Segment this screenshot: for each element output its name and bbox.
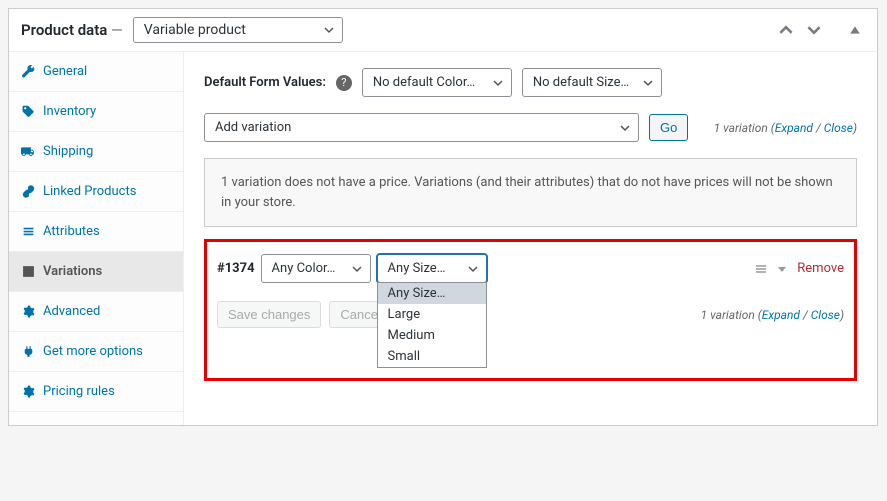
- drag-handle-icon[interactable]: [755, 263, 767, 275]
- chevron-down-icon: [643, 78, 653, 88]
- size-option-small[interactable]: Small: [378, 346, 486, 367]
- remove-variation-link[interactable]: Remove: [797, 261, 844, 276]
- default-color-select[interactable]: No default Color…: [362, 68, 512, 97]
- variations-content: Default Form Values: ? No default Color……: [184, 52, 877, 425]
- tab-attributes[interactable]: Attributes: [9, 212, 183, 252]
- chevron-down-icon: [468, 264, 478, 274]
- tab-get-more[interactable]: Get more options: [9, 332, 183, 372]
- size-dropdown: Any Size… Large Medium Small: [377, 282, 487, 368]
- tab-label: Shipping: [43, 144, 93, 159]
- tab-label: Inventory: [43, 104, 96, 119]
- close-link[interactable]: Close: [824, 121, 853, 135]
- variation-size-select[interactable]: Any Size… Any Size… Large Medium Small: [377, 254, 487, 283]
- link-icon: [21, 185, 35, 199]
- add-variation-select[interactable]: Add variation: [204, 113, 639, 142]
- tab-label: Linked Products: [43, 184, 136, 199]
- tab-label: Advanced: [43, 304, 100, 319]
- size-option-large[interactable]: Large: [378, 304, 486, 325]
- add-variation-value: Add variation: [215, 120, 291, 135]
- tab-label: Variations: [43, 264, 102, 279]
- truck-icon: [21, 145, 35, 159]
- tab-label: Pricing rules: [43, 384, 115, 399]
- variation-color-value: Any Color…: [272, 261, 336, 276]
- tab-label: Attributes: [43, 224, 100, 239]
- add-variation-row: Add variation Go 1 variation (Expand / C…: [204, 113, 857, 142]
- highlight-annotation: #1374 Any Color… Any Size… Any Size… Lar…: [204, 239, 857, 381]
- grid-icon: [21, 265, 35, 279]
- size-option-medium[interactable]: Medium: [378, 325, 486, 346]
- chevron-down-icon: [493, 78, 503, 88]
- tab-label: Get more options: [43, 344, 143, 359]
- default-values-row: Default Form Values: ? No default Color……: [204, 68, 857, 97]
- default-color-value: No default Color…: [373, 75, 475, 90]
- go-button[interactable]: Go: [649, 114, 688, 141]
- tab-variations[interactable]: Variations: [9, 252, 183, 292]
- chevron-down-icon: [352, 264, 362, 274]
- tab-label: General: [43, 64, 87, 79]
- variation-actions: Remove: [755, 261, 844, 276]
- move-up-icon[interactable]: [775, 21, 797, 39]
- chevron-down-icon: [620, 123, 630, 133]
- size-option-any[interactable]: Any Size…: [378, 283, 486, 304]
- product-type-select[interactable]: Variable product: [133, 17, 343, 43]
- tab-advanced[interactable]: Advanced: [9, 292, 183, 332]
- wrench-icon: [21, 65, 35, 79]
- collapse-icon[interactable]: [845, 22, 865, 38]
- variation-size-value: Any Size…: [388, 261, 446, 276]
- title-prefix: Product data: [21, 21, 107, 39]
- close-link[interactable]: Close: [811, 308, 840, 322]
- tab-inventory[interactable]: Inventory: [9, 92, 183, 132]
- tab-linked-products[interactable]: Linked Products: [9, 172, 183, 212]
- default-size-value: No default Size…: [533, 75, 629, 90]
- gear-icon: [21, 305, 35, 319]
- price-warning-notice: 1 variation does not have a price. Varia…: [204, 158, 857, 227]
- title-dash: —: [107, 21, 122, 39]
- save-buttons-row: Save changes Cancel 1 variation (Expand …: [217, 301, 844, 328]
- list-icon: [21, 225, 35, 239]
- panel-header: Product data — Variable product: [9, 9, 877, 52]
- tab-shipping[interactable]: Shipping: [9, 132, 183, 172]
- chevron-down-icon: [324, 25, 334, 35]
- help-icon[interactable]: ?: [336, 75, 352, 91]
- tab-general[interactable]: General: [9, 52, 183, 92]
- product-type-value: Variable product: [144, 22, 246, 38]
- expand-link[interactable]: Expand: [762, 308, 800, 322]
- product-data-panel: Product data — Variable product General …: [8, 8, 878, 426]
- tag-icon: [21, 105, 35, 119]
- expand-link[interactable]: Expand: [775, 121, 813, 135]
- panel-toggles: [775, 21, 865, 39]
- variation-count-top: 1 variation (Expand / Close): [714, 121, 857, 135]
- expand-toggle-icon[interactable]: [777, 264, 787, 274]
- tab-pricing-rules[interactable]: Pricing rules: [9, 372, 183, 412]
- gear-icon: [21, 385, 35, 399]
- move-down-icon[interactable]: [803, 21, 825, 39]
- default-values-label: Default Form Values:: [204, 75, 326, 90]
- save-changes-button[interactable]: Save changes: [217, 301, 321, 328]
- variation-row: #1374 Any Color… Any Size… Any Size… Lar…: [217, 254, 844, 283]
- default-size-select[interactable]: No default Size…: [522, 68, 662, 97]
- variation-id: #1374: [217, 261, 255, 276]
- variation-count-bottom: 1 variation (Expand / Close): [701, 308, 844, 322]
- variation-color-select[interactable]: Any Color…: [261, 254, 371, 283]
- plug-icon: [21, 345, 35, 359]
- settings-tabs: General Inventory Shipping Linked Produc…: [9, 52, 184, 425]
- panel-title: Product data —: [21, 21, 123, 39]
